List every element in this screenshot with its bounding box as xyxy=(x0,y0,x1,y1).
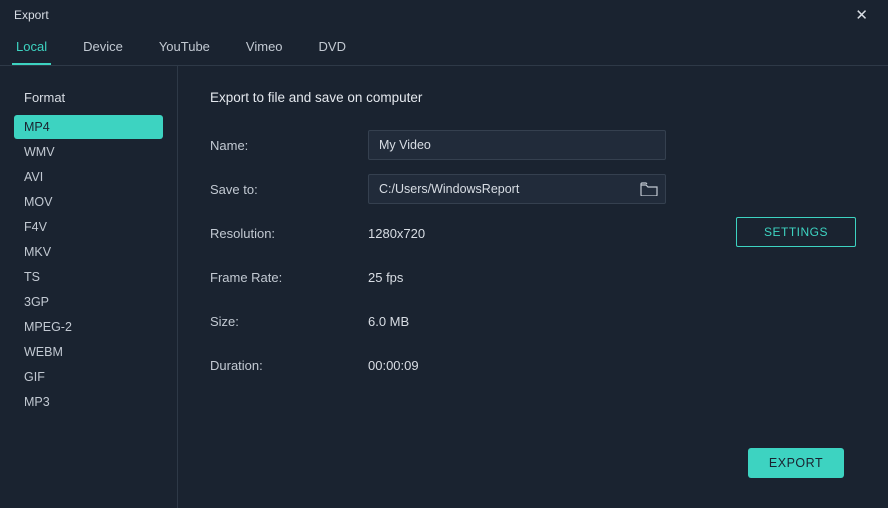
format-item-webm[interactable]: WEBM xyxy=(14,340,163,364)
settings-button[interactable]: SETTINGS xyxy=(736,217,856,247)
format-list: MP4 WMV AVI MOV F4V MKV TS 3GP MPEG-2 WE… xyxy=(14,115,163,414)
folder-icon[interactable] xyxy=(640,182,658,196)
format-item-mov[interactable]: MOV xyxy=(14,190,163,214)
close-icon[interactable]: ✕ xyxy=(849,4,874,26)
row-size: Size: 6.0 MB xyxy=(210,305,856,337)
format-item-3gp[interactable]: 3GP xyxy=(14,290,163,314)
format-heading: Format xyxy=(24,90,163,105)
row-framerate: Frame Rate: 25 fps xyxy=(210,261,856,293)
format-item-mp3[interactable]: MP3 xyxy=(14,390,163,414)
row-name: Name: xyxy=(210,129,856,161)
saveto-input[interactable] xyxy=(368,174,666,204)
row-saveto: Save to: xyxy=(210,173,856,205)
row-duration: Duration: 00:00:09 xyxy=(210,349,856,381)
format-item-mpeg2[interactable]: MPEG-2 xyxy=(14,315,163,339)
format-item-f4v[interactable]: F4V xyxy=(14,215,163,239)
label-framerate: Frame Rate: xyxy=(210,270,368,285)
value-duration: 00:00:09 xyxy=(368,358,419,373)
label-name: Name: xyxy=(210,138,368,153)
titlebar: Export ✕ xyxy=(0,0,888,30)
tab-youtube[interactable]: YouTube xyxy=(155,31,214,65)
value-resolution: 1280x720 xyxy=(368,226,425,241)
sidebar: Format MP4 WMV AVI MOV F4V MKV TS 3GP MP… xyxy=(0,66,178,508)
row-resolution: Resolution: 1280x720 SETTINGS xyxy=(210,217,856,249)
main-heading: Export to file and save on computer xyxy=(210,90,856,105)
value-framerate: 25 fps xyxy=(368,270,403,285)
tabbar: Local Device YouTube Vimeo DVD xyxy=(0,30,888,66)
tab-vimeo[interactable]: Vimeo xyxy=(242,31,287,65)
format-item-mp4[interactable]: MP4 xyxy=(14,115,163,139)
format-item-gif[interactable]: GIF xyxy=(14,365,163,389)
export-button[interactable]: EXPORT xyxy=(748,448,844,478)
value-size: 6.0 MB xyxy=(368,314,409,329)
format-item-ts[interactable]: TS xyxy=(14,265,163,289)
label-saveto: Save to: xyxy=(210,182,368,197)
tab-local[interactable]: Local xyxy=(12,31,51,65)
format-item-mkv[interactable]: MKV xyxy=(14,240,163,264)
window-title: Export xyxy=(14,8,49,22)
name-input[interactable] xyxy=(368,130,666,160)
label-duration: Duration: xyxy=(210,358,368,373)
label-resolution: Resolution: xyxy=(210,226,368,241)
tab-dvd[interactable]: DVD xyxy=(315,31,350,65)
main-panel: Export to file and save on computer Name… xyxy=(178,66,888,508)
format-item-wmv[interactable]: WMV xyxy=(14,140,163,164)
label-size: Size: xyxy=(210,314,368,329)
tab-device[interactable]: Device xyxy=(79,31,127,65)
format-item-avi[interactable]: AVI xyxy=(14,165,163,189)
